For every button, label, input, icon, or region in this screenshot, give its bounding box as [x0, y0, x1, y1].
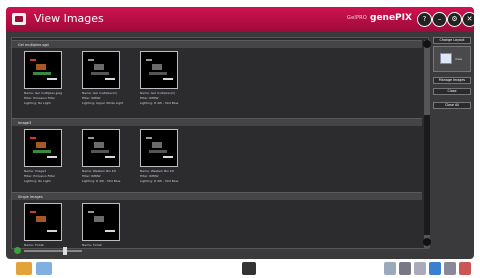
change-layout-button[interactable]: Change Layout	[433, 37, 471, 44]
scroll-thumb[interactable]	[424, 115, 430, 235]
image-thumbnail[interactable]	[24, 51, 62, 89]
view-images-window: View Images GelPRO genePIX ? – ⚙ ✕ Gel m…	[6, 7, 474, 259]
image-browser: Gel multiplex.sgd Name: Gel multiplex.jp…	[11, 37, 431, 249]
zoom-control[interactable]	[14, 247, 84, 255]
image-thumbnail[interactable]	[24, 129, 62, 167]
tool-icon[interactable]	[414, 262, 426, 275]
taskbar	[0, 260, 480, 278]
tool-icon[interactable]	[399, 262, 411, 275]
tool-icon[interactable]	[444, 262, 456, 275]
minimize-icon[interactable]: –	[432, 12, 447, 27]
group-header[interactable]: Single Images	[12, 192, 422, 200]
close-button[interactable]: Close	[433, 88, 471, 95]
scroll-down-icon[interactable]	[423, 238, 431, 246]
image-thumbnail[interactable]	[82, 51, 120, 89]
image-info: Name: Ticket	[82, 243, 102, 247]
app-icon	[12, 13, 26, 25]
manage-images-button[interactable]: Manage Images	[433, 77, 471, 84]
close-all-button[interactable]: Close All	[433, 102, 471, 109]
help-icon[interactable]: ?	[417, 12, 432, 27]
camera-icon[interactable]	[242, 262, 256, 275]
brand-logo: genePIX	[370, 13, 412, 23]
layout-option-label: View	[455, 57, 463, 61]
zoom-icon[interactable]	[14, 247, 21, 254]
image-info: Name: Western Bio Kit Filter: RPNW Light…	[140, 169, 179, 183]
tool-icon[interactable]	[429, 262, 441, 275]
close-icon[interactable]: ✕	[462, 12, 474, 27]
image-thumbnail[interactable]	[140, 51, 178, 89]
tool-icon[interactable]	[459, 262, 471, 275]
image-info: Name: Gel multiplex.jpeg Filter: Emissio…	[24, 91, 63, 105]
window-title: View Images	[34, 12, 104, 25]
home-icon[interactable]	[16, 262, 32, 275]
image-thumbnail[interactable]	[82, 203, 120, 241]
image-info: Name: Gel multiplex(1) Filter: RPNW Ligh…	[82, 91, 124, 105]
image-info: Name: Western Bio Kit Filter: RPNW Light…	[82, 169, 121, 183]
image-thumbnail[interactable]	[82, 129, 120, 167]
image-thumbnail[interactable]	[140, 129, 178, 167]
gallery-icon[interactable]	[36, 262, 52, 275]
side-panel: Change Layout View Manage Images Close C…	[433, 37, 471, 249]
group-header[interactable]: Gel multiplex.sgd	[12, 40, 422, 48]
settings-icon[interactable]: ⚙	[447, 12, 462, 27]
image-info: Name: Image3 Filter: Emission Filter Lig…	[24, 169, 56, 183]
layout-preview[interactable]: View	[433, 46, 471, 72]
title-bar: View Images GelPRO genePIX ? – ⚙ ✕	[6, 7, 474, 32]
image-info: Name: Gel multiplex(1) Filter: RPNW Ligh…	[140, 91, 179, 105]
zoom-track[interactable]	[24, 250, 82, 252]
vertical-scrollbar[interactable]	[423, 40, 431, 248]
brand-small: GelPRO	[347, 15, 367, 21]
tool-icon[interactable]	[384, 262, 396, 275]
layout-icon	[440, 53, 452, 64]
group-header[interactable]: Image3	[12, 118, 422, 126]
scroll-up-icon[interactable]	[423, 40, 431, 48]
zoom-slider-knob[interactable]	[62, 247, 67, 255]
image-thumbnail[interactable]	[24, 203, 62, 241]
